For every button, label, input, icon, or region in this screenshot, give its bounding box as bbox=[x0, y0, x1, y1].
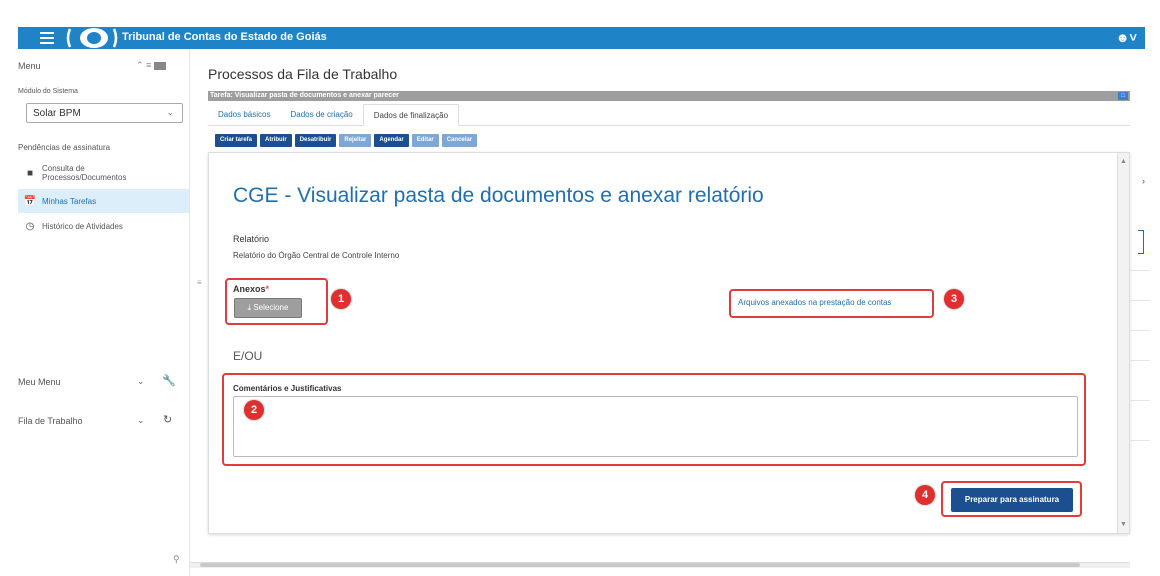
screen: Tribunal de Contas do Estado de Goiás ☻˅… bbox=[0, 0, 1160, 576]
tab-dados-basicos[interactable]: Dados básicos bbox=[208, 104, 280, 126]
anexos-label-text: Anexos bbox=[233, 284, 266, 294]
callout-badge-3: 3 bbox=[944, 289, 964, 309]
panel-scrollbar[interactable] bbox=[1117, 153, 1129, 533]
fila-trabalho-label[interactable]: Fila de Trabalho bbox=[18, 416, 83, 426]
sidebar-item-historico[interactable]: ◷ Histórico de Atividades bbox=[18, 214, 189, 238]
comentarios-label: Comentários e Justificativas bbox=[233, 384, 342, 393]
right-edge-input-fragment bbox=[1138, 230, 1144, 254]
divider bbox=[1130, 330, 1150, 331]
top-bar: Tribunal de Contas do Estado de Goiás ☻˅ bbox=[18, 27, 1145, 49]
anexos-label: Anexos* bbox=[233, 284, 269, 294]
agendar-button[interactable]: Agendar bbox=[374, 134, 409, 147]
sidebar: Menu ⌃ ≡ Módulo do Sistema Solar BPM ⌄ Pe… bbox=[18, 49, 190, 576]
sidebar-item-label: Minhas Tarefas bbox=[42, 196, 97, 206]
menu-controls[interactable]: ⌃ ≡ bbox=[136, 60, 166, 71]
chevron-down-icon[interactable]: ⌄ bbox=[137, 415, 145, 426]
form-title: CGE - Visualizar pasta de documentos e a… bbox=[233, 184, 764, 207]
tab-dados-criacao[interactable]: Dados de criação bbox=[280, 104, 362, 126]
wrench-icon[interactable]: 🔧 bbox=[162, 374, 176, 387]
selecione-button-label: Selecione bbox=[253, 303, 289, 312]
list-icon[interactable]: ≡ bbox=[197, 278, 202, 287]
menu-label: Menu bbox=[18, 61, 41, 71]
arquivos-anexados-link[interactable]: Arquivos anexados na prestação de contas bbox=[738, 298, 891, 307]
relatorio-label: Relatório bbox=[233, 234, 270, 244]
app-title: Tribunal de Contas do Estado de Goiás bbox=[122, 31, 327, 43]
divider bbox=[1130, 440, 1150, 441]
document-icon: ■ bbox=[26, 167, 34, 179]
rejeitar-button[interactable]: Rejeitar bbox=[339, 134, 372, 147]
editar-button[interactable]: Editar bbox=[411, 134, 439, 147]
comentarios-textarea[interactable] bbox=[233, 396, 1078, 457]
relatorio-value: Relatório do Órgão Central de Controle I… bbox=[233, 251, 400, 260]
callout-badge-4: 4 bbox=[915, 485, 935, 505]
atribuir-button[interactable]: Atribuir bbox=[260, 134, 292, 147]
cancelar-button[interactable]: Cancelar bbox=[441, 134, 478, 147]
divider bbox=[1130, 400, 1150, 401]
form-panel bbox=[208, 152, 1130, 534]
task-bar-title: Tarefa: Visualizar pasta de documentos e… bbox=[210, 92, 399, 99]
callout-badge-1: 1 bbox=[331, 289, 351, 309]
scroll-down-icon[interactable]: ▼ bbox=[1120, 521, 1127, 528]
page-title: Processos da Fila de Trabalho bbox=[208, 66, 398, 82]
divider bbox=[1130, 270, 1150, 271]
or-separator: E/OU bbox=[233, 349, 263, 363]
refresh-icon[interactable]: ↻ bbox=[163, 413, 172, 426]
sidebar-item-minhas-tarefas[interactable]: 📅 Minhas Tarefas bbox=[18, 189, 189, 213]
preparar-assinatura-button[interactable]: Preparar para assinatura bbox=[951, 488, 1073, 512]
selecione-button[interactable]: ⤓ Selecione bbox=[234, 298, 302, 318]
sidebar-item-consulta[interactable]: ■ Consulta de Processos/Documentos bbox=[18, 160, 189, 186]
grid-icon[interactable] bbox=[153, 61, 166, 70]
module-select-value: Solar BPM bbox=[33, 108, 81, 119]
callout-badge-2-front: 2 bbox=[244, 400, 264, 420]
tab-dados-finalizacao[interactable]: Dados de finalização bbox=[362, 104, 460, 126]
upload-icon: ⤓ bbox=[247, 303, 252, 312]
meu-menu-label[interactable]: Meu Menu bbox=[18, 377, 61, 387]
hamburger-menu-icon[interactable] bbox=[40, 32, 54, 44]
chevron-down-icon: ⌄ bbox=[166, 107, 174, 117]
module-select[interactable]: Solar BPM ⌄ bbox=[26, 103, 183, 123]
required-mark: * bbox=[265, 284, 270, 294]
search-icon[interactable]: ⚲ bbox=[173, 554, 180, 565]
horizontal-scrollbar-thumb[interactable] bbox=[200, 563, 1080, 567]
divider bbox=[1130, 360, 1150, 361]
desatribuir-button[interactable]: Desatribuir bbox=[294, 134, 337, 147]
module-label: Módulo do Sistema bbox=[18, 88, 78, 95]
right-edge-fragment: › bbox=[1142, 176, 1145, 186]
tce-logo bbox=[66, 28, 118, 48]
history-icon: ◷ bbox=[25, 220, 35, 232]
chevron-down-icon[interactable]: ⌄ bbox=[137, 376, 145, 387]
action-toolbar: Criar tarefa Atribuir Desatribuir Rejeit… bbox=[215, 134, 478, 147]
scroll-up-icon[interactable]: ▲ bbox=[1120, 158, 1127, 165]
calendar-icon: 📅 bbox=[23, 195, 37, 207]
task-bar: Tarefa: Visualizar pasta de documentos e… bbox=[208, 91, 1130, 101]
expand-icon[interactable]: □ bbox=[1118, 92, 1128, 100]
criar-tarefa-button[interactable]: Criar tarefa bbox=[215, 134, 258, 147]
sidebar-item-label: Histórico de Atividades bbox=[42, 221, 123, 231]
tab-bar: Dados básicos Dados de criação Dados de … bbox=[208, 104, 1130, 126]
user-icon[interactable]: ☻˅ bbox=[1116, 30, 1137, 45]
section-label: Pendências de assinatura bbox=[18, 143, 111, 152]
divider bbox=[1130, 300, 1150, 301]
sidebar-item-label: Consulta de Processos/Documentos bbox=[42, 164, 127, 182]
